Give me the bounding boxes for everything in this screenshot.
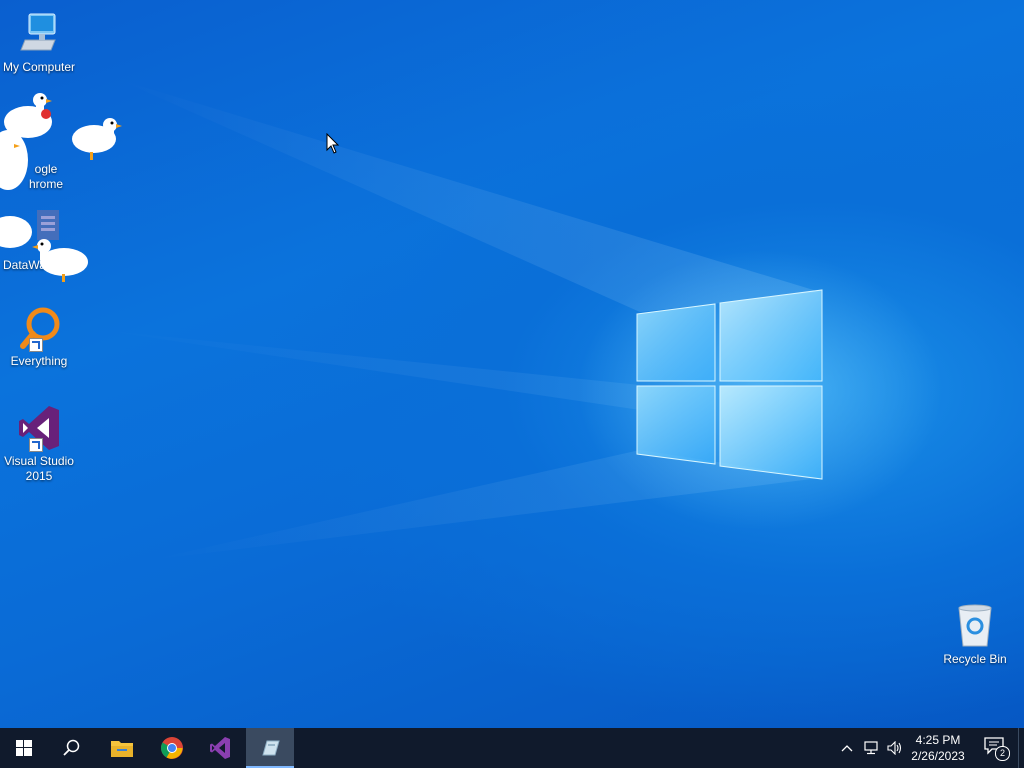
desktop-icon-label: Recycle Bin [943, 652, 1007, 666]
desktop-icon-visual-studio-2015[interactable]: Visual Studio 2015 [0, 404, 78, 484]
windows-logo-icon [16, 740, 32, 756]
taskbar-clock[interactable]: 4:25 PM 2/26/2023 [900, 728, 976, 768]
computer-icon [15, 10, 63, 58]
recycle-bin-icon [951, 602, 999, 650]
duck-sprite[interactable] [0, 130, 30, 200]
taskbar-active-app[interactable] [246, 728, 294, 768]
desktop-icon-recycle-bin[interactable]: Recycle Bin [936, 602, 1014, 667]
chevron-up-icon [841, 745, 853, 752]
duck-sprite[interactable] [70, 115, 126, 163]
windows-logo-pane [719, 289, 823, 382]
search-button[interactable] [48, 728, 96, 768]
desktop-icon-label: Everything [10, 354, 68, 368]
desktop-icon-my-computer[interactable]: My Computer [0, 10, 78, 75]
duck-sprite[interactable] [32, 236, 92, 282]
notification-count-badge: 2 [995, 746, 1010, 761]
show-hidden-icons-button[interactable] [838, 728, 856, 768]
shortcut-arrow-icon [29, 438, 43, 452]
show-desktop-button[interactable] [1018, 728, 1024, 768]
taskbar-file-explorer[interactable] [98, 728, 146, 768]
label-part: ogle [34, 162, 58, 176]
mouse-cursor-icon [326, 133, 340, 154]
label-part: hrome [28, 177, 63, 191]
action-center-button[interactable]: 2 [978, 728, 1012, 768]
app-icon [262, 740, 280, 756]
visual-studio-icon [15, 404, 63, 452]
network-icon [864, 741, 878, 755]
taskbar-chrome[interactable] [148, 728, 196, 768]
chrome-icon [161, 737, 183, 759]
taskbar-visual-studio[interactable] [196, 728, 244, 768]
windows-logo-pane [719, 385, 823, 480]
start-button[interactable] [0, 728, 48, 768]
folder-icon [111, 741, 133, 757]
desktop-icon-label: Visual Studio 2015 [0, 454, 78, 484]
wallpaper [100, 80, 823, 560]
label-line: Visual Studio [4, 454, 74, 468]
windows-logo-pane [636, 385, 716, 465]
shortcut-arrow-icon [29, 338, 43, 352]
clock-date: 2/26/2023 [911, 749, 965, 763]
search-icon [63, 739, 80, 756]
label-line: 2015 [25, 469, 53, 483]
network-button[interactable] [860, 728, 882, 768]
visual-studio-icon [210, 737, 230, 759]
desktop-icon-everything[interactable]: Everything [0, 304, 78, 369]
desktop-icon-label: My Computer [2, 60, 76, 74]
desktop[interactable]: My Computer ogle hrome DataWa Everything… [0, 0, 1024, 728]
taskbar: 4:25 PM 2/26/2023 2 [0, 728, 1024, 768]
magnifier-icon [15, 304, 63, 352]
windows-logo-pane [636, 303, 716, 382]
clock-time: 4:25 PM [915, 733, 961, 747]
